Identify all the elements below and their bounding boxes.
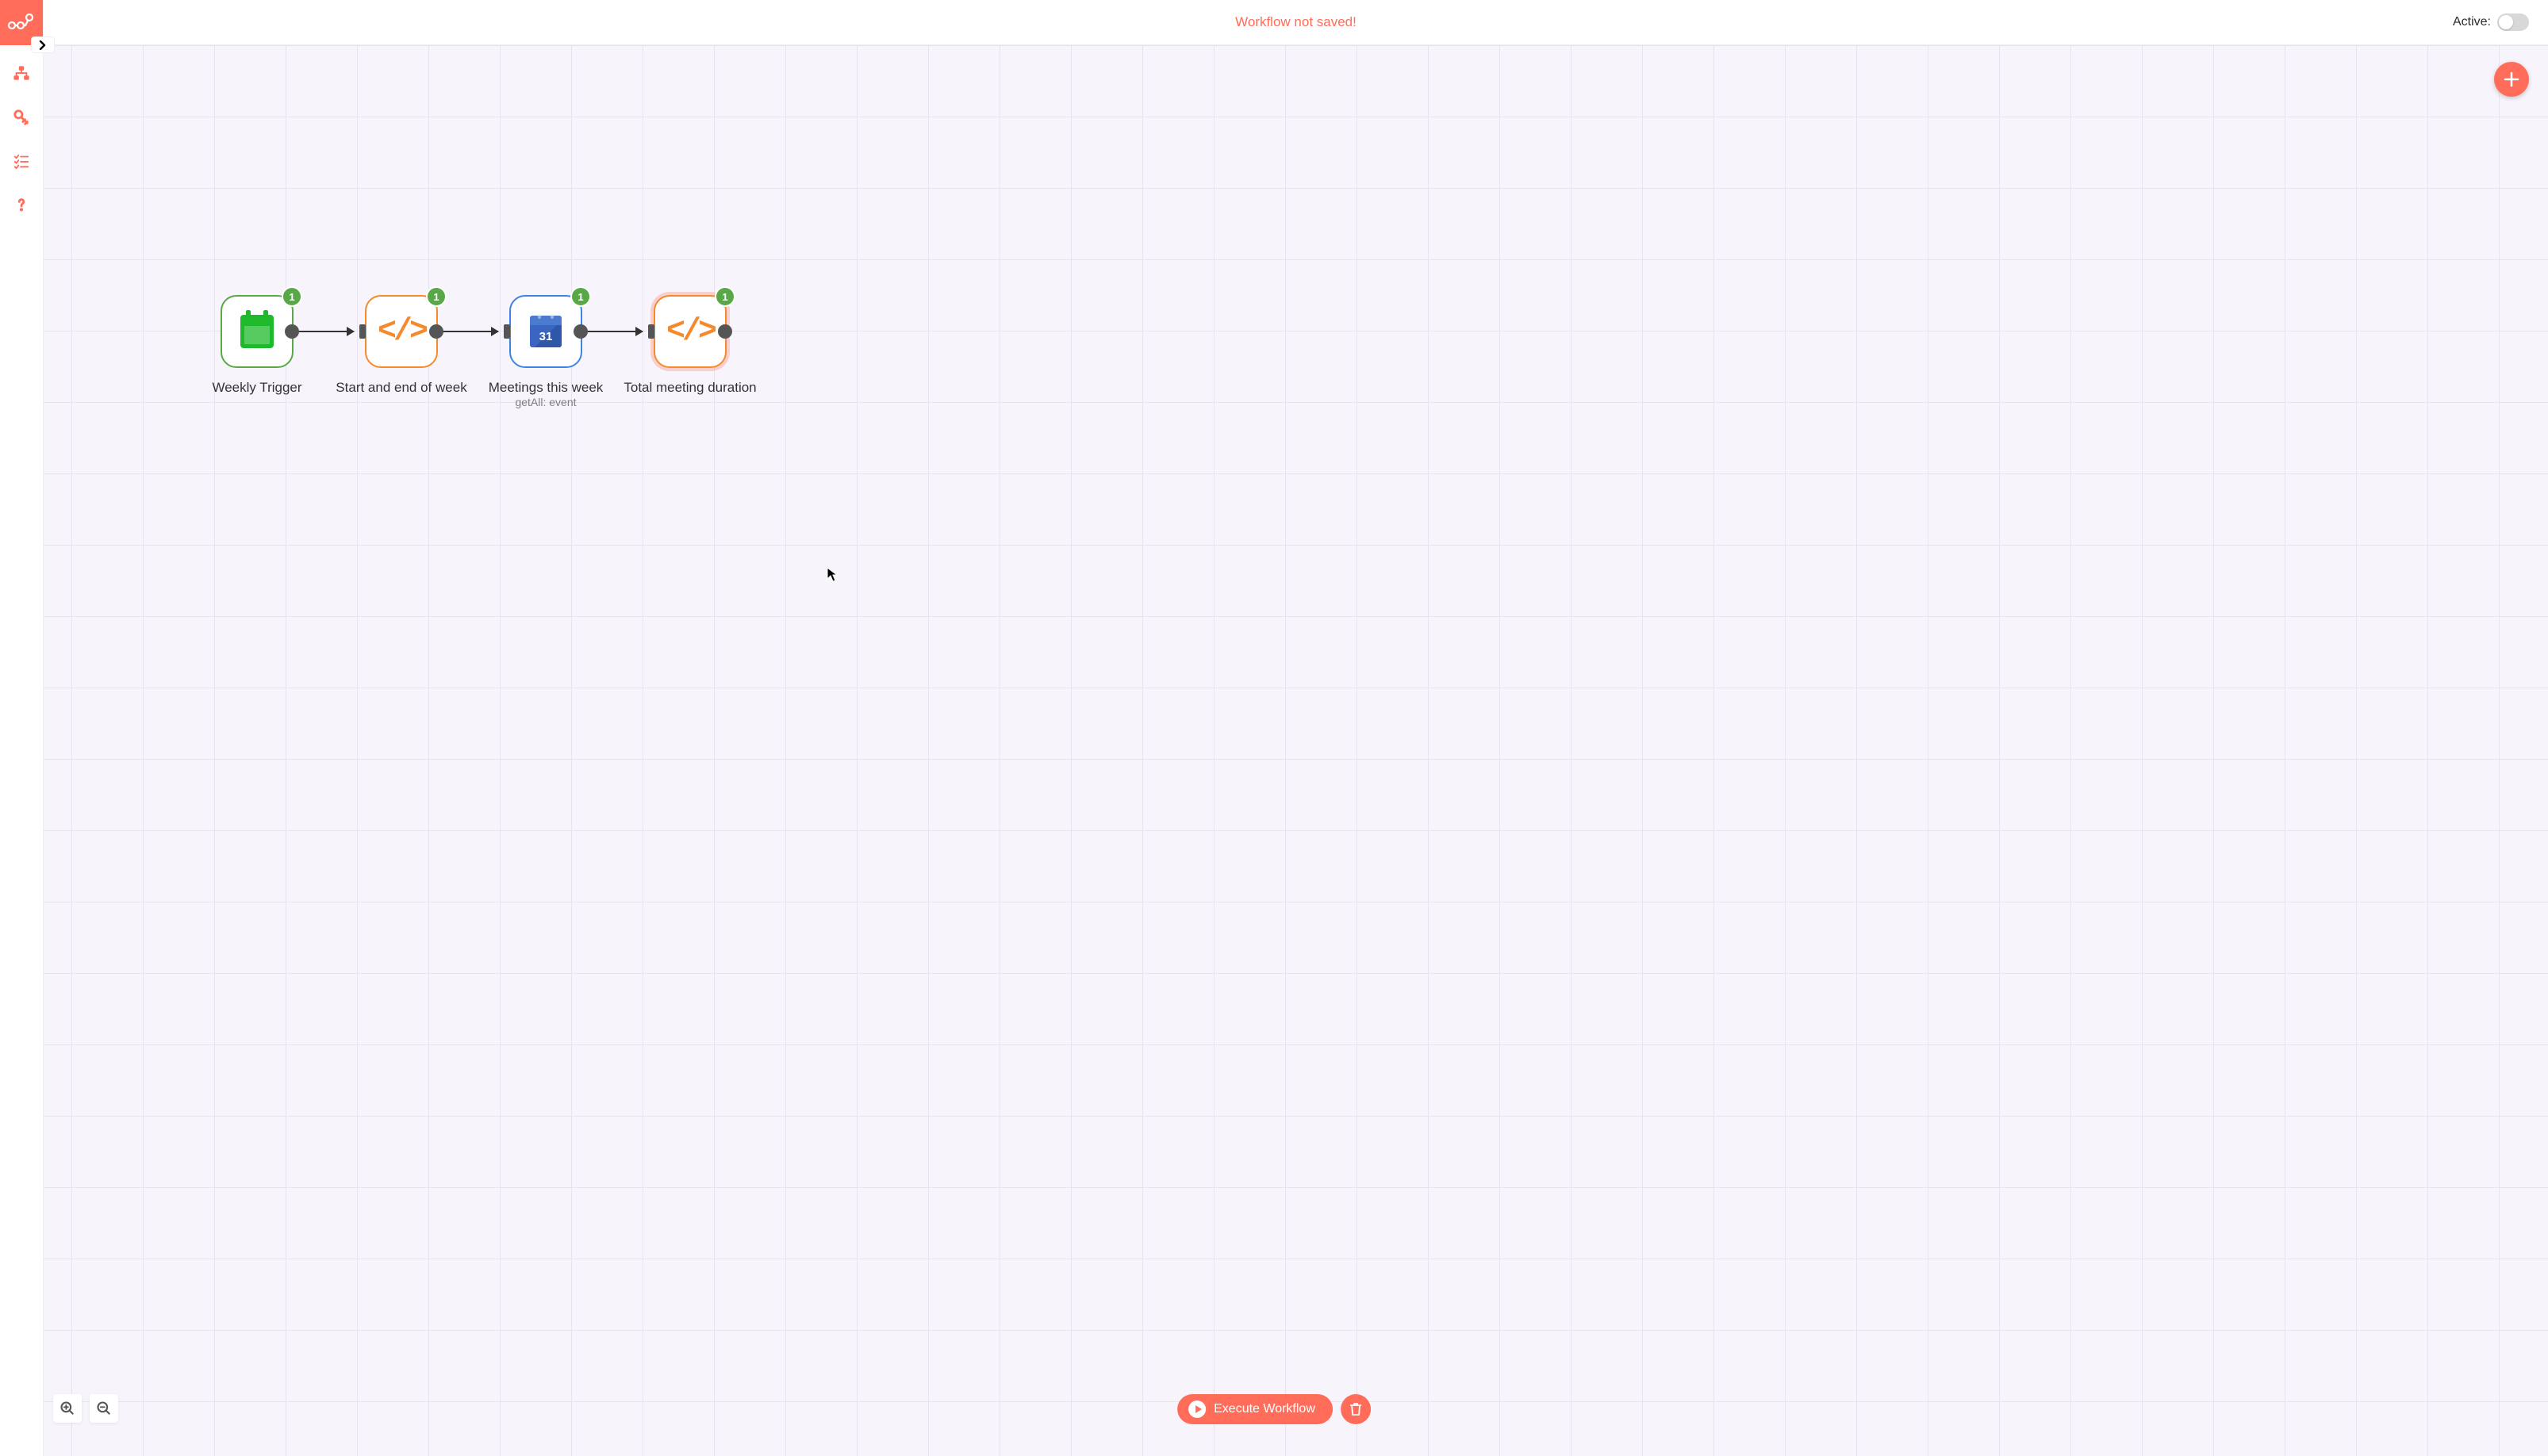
play-icon bbox=[1188, 1400, 1206, 1418]
node-run-count-badge: 1 bbox=[428, 288, 445, 305]
workflows-icon bbox=[13, 65, 30, 82]
workflow-canvas[interactable]: 1Weekly Trigger1</>Start and end of week… bbox=[44, 45, 2548, 1456]
n8n-logo-icon bbox=[8, 13, 35, 33]
node-input-port[interactable] bbox=[359, 324, 366, 339]
list-check-icon bbox=[13, 152, 30, 170]
zoom-controls bbox=[53, 1394, 118, 1423]
node-sublabel: getAll: event bbox=[515, 396, 576, 408]
gcal-day: 31 bbox=[530, 325, 562, 347]
sidebar-item-workflows[interactable] bbox=[0, 52, 43, 95]
delete-execution-button[interactable] bbox=[1341, 1394, 1371, 1424]
trash-icon bbox=[1349, 1402, 1362, 1416]
zoom-in-button[interactable] bbox=[53, 1394, 82, 1423]
node-run-count-badge: 1 bbox=[283, 288, 301, 305]
workflow-node[interactable]: 131Meetings this weekgetAll: event bbox=[509, 295, 582, 368]
sidebar-item-executions[interactable] bbox=[0, 139, 43, 182]
execute-workflow-button[interactable]: Execute Workflow bbox=[1177, 1394, 1333, 1424]
add-node-button[interactable] bbox=[2494, 62, 2529, 97]
header: Workflow not saved! Active: bbox=[44, 0, 2548, 45]
workflow-save-status: Workflow not saved! bbox=[1235, 14, 1357, 30]
sidebar bbox=[0, 0, 44, 1456]
workflow-node[interactable]: 1</>Total meeting duration bbox=[654, 295, 727, 368]
zoom-out-icon bbox=[96, 1400, 112, 1416]
workflow-node[interactable]: 1Weekly Trigger bbox=[221, 295, 294, 368]
node-label: Weekly Trigger bbox=[212, 380, 301, 396]
toggle-knob bbox=[2499, 15, 2513, 29]
node-output-port[interactable] bbox=[429, 324, 443, 339]
active-toggle[interactable] bbox=[2497, 13, 2529, 31]
bottom-action-bar: Execute Workflow bbox=[1177, 1394, 1371, 1424]
sidebar-item-credentials[interactable] bbox=[0, 95, 43, 139]
sidebar-expand-button[interactable] bbox=[32, 37, 54, 52]
app-logo[interactable] bbox=[0, 0, 43, 45]
sidebar-item-help[interactable] bbox=[0, 182, 43, 226]
node-run-count-badge: 1 bbox=[572, 288, 589, 305]
active-label: Active: bbox=[2453, 15, 2491, 29]
code-icon: </> bbox=[666, 314, 714, 350]
plus-icon bbox=[2504, 71, 2519, 87]
connector[interactable] bbox=[297, 331, 354, 332]
node-input-port[interactable] bbox=[648, 324, 654, 339]
workflow-node[interactable]: 1</>Start and end of week bbox=[365, 295, 438, 368]
chevron-right-icon bbox=[39, 40, 47, 50]
execute-workflow-label: Execute Workflow bbox=[1214, 1402, 1315, 1416]
node-run-count-badge: 1 bbox=[716, 288, 734, 305]
google-calendar-icon: 31 bbox=[530, 316, 562, 347]
zoom-out-button[interactable] bbox=[90, 1394, 118, 1423]
connector[interactable] bbox=[585, 331, 643, 332]
code-icon: </> bbox=[378, 314, 425, 350]
node-output-port[interactable] bbox=[574, 324, 588, 339]
help-icon bbox=[13, 196, 30, 213]
node-label: Total meeting duration bbox=[624, 380, 756, 396]
sidebar-nav bbox=[0, 52, 43, 226]
key-icon bbox=[13, 109, 30, 126]
node-input-port[interactable] bbox=[504, 324, 510, 339]
calendar-icon bbox=[240, 315, 274, 348]
connector[interactable] bbox=[441, 331, 498, 332]
zoom-in-icon bbox=[59, 1400, 75, 1416]
node-output-port[interactable] bbox=[718, 324, 732, 339]
node-output-port[interactable] bbox=[285, 324, 299, 339]
node-label: Meetings this week bbox=[489, 380, 604, 396]
node-label: Start and end of week bbox=[336, 380, 466, 396]
active-toggle-container: Active: bbox=[2453, 13, 2529, 31]
